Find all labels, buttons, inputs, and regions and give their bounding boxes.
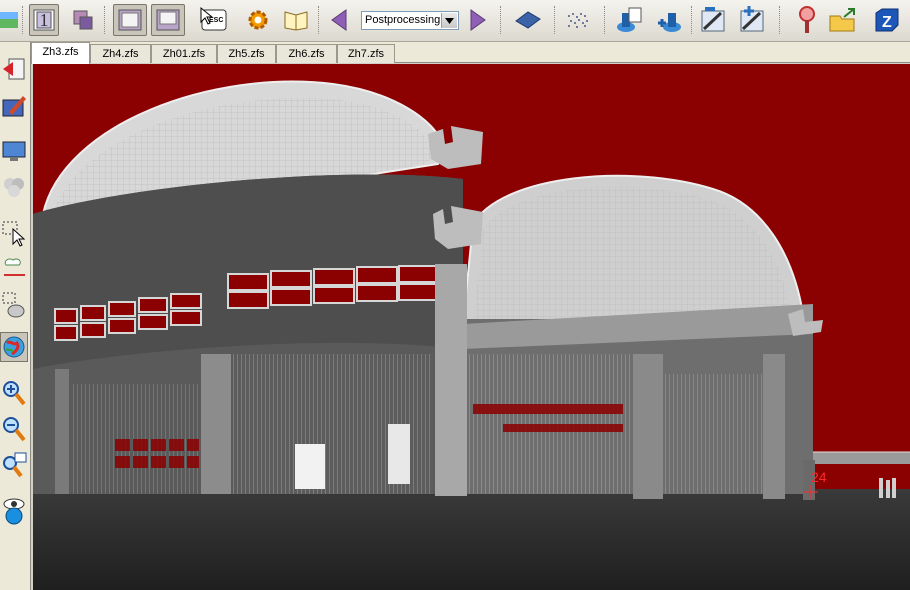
zoom-in-icon[interactable] xyxy=(0,378,28,408)
tab-zh01[interactable]: Zh01.zfs xyxy=(151,44,217,63)
register-plus-icon[interactable] xyxy=(738,4,768,36)
brush-icon[interactable] xyxy=(792,4,822,36)
view-single-label: 1 xyxy=(39,9,49,30)
escape-label: ESC xyxy=(209,17,224,24)
scanner-add-icon[interactable] xyxy=(655,4,685,36)
tab-zh4[interactable]: Zh4.zfs xyxy=(90,44,151,63)
view-single-button[interactable]: 1 xyxy=(29,4,59,36)
settings-gear-icon[interactable] xyxy=(243,4,273,36)
select-cursor-icon[interactable] xyxy=(0,218,28,248)
globe-view-icon[interactable] xyxy=(0,332,28,362)
folder-export-icon[interactable] xyxy=(828,4,858,36)
tab-zh5[interactable]: Zh5.zfs xyxy=(217,44,276,63)
view-left-button[interactable] xyxy=(113,4,147,36)
color-circles-icon xyxy=(0,172,28,202)
escape-button[interactable]: ESC xyxy=(196,4,230,36)
tab-label: Zh7.zfs xyxy=(347,48,385,60)
view-right-button[interactable] xyxy=(151,4,185,36)
point-cloud-render xyxy=(33,80,910,590)
view-overlap-button[interactable] xyxy=(68,4,98,36)
import-arrow-icon[interactable] xyxy=(0,54,28,84)
chevron-down-icon[interactable] xyxy=(441,13,457,28)
mouse-select-icon[interactable] xyxy=(0,290,28,320)
tab-label: Zh01.zfs xyxy=(162,48,206,60)
next-arrow-icon[interactable] xyxy=(463,4,493,36)
svg-text:Z: Z xyxy=(882,14,892,31)
tab-label: Zh5.zfs xyxy=(228,48,265,60)
eye-view-icon[interactable] xyxy=(0,496,28,526)
tab-zh6[interactable]: Zh6.zfs xyxy=(276,44,337,63)
mode-select[interactable]: Postprocessing xyxy=(361,11,459,30)
mode-select-value: Postprocessing xyxy=(365,14,441,26)
left-tool-sidebar xyxy=(0,42,31,590)
image-icon[interactable] xyxy=(0,4,24,36)
zoom-z-icon[interactable]: Z xyxy=(872,4,902,36)
file-tab-bar: Zh3.zfs Zh4.zfs Zh01.zfs Zh5.zfs Zh6.zfs… xyxy=(31,42,910,64)
previous-arrow-icon[interactable] xyxy=(324,4,354,36)
tab-label: Zh6.zfs xyxy=(288,48,325,60)
scanner-list-icon[interactable] xyxy=(614,4,644,36)
zoom-out-icon[interactable] xyxy=(0,414,28,444)
monitor-icon[interactable] xyxy=(0,136,28,166)
main-toolbar: 1 ESC Postprocessing Z xyxy=(0,0,910,42)
open-book-icon[interactable] xyxy=(281,4,311,36)
register-minus-icon[interactable] xyxy=(699,4,729,36)
tab-label: Zh3.zfs xyxy=(42,46,79,58)
tab-label: Zh4.zfs xyxy=(102,48,139,60)
tab-zh7[interactable]: Zh7.zfs xyxy=(337,44,395,63)
tree-select-icon[interactable] xyxy=(0,254,28,284)
edit-pencil-icon[interactable] xyxy=(0,90,28,120)
zoom-window-icon[interactable] xyxy=(0,450,28,480)
point-cloud-icon[interactable] xyxy=(563,4,593,36)
tab-zh3[interactable]: Zh3.zfs xyxy=(31,42,90,64)
scan-position-marker-label[interactable]: 24 xyxy=(811,469,827,485)
plane-icon[interactable] xyxy=(513,4,543,36)
scan-viewport[interactable]: 24 xyxy=(33,64,910,590)
